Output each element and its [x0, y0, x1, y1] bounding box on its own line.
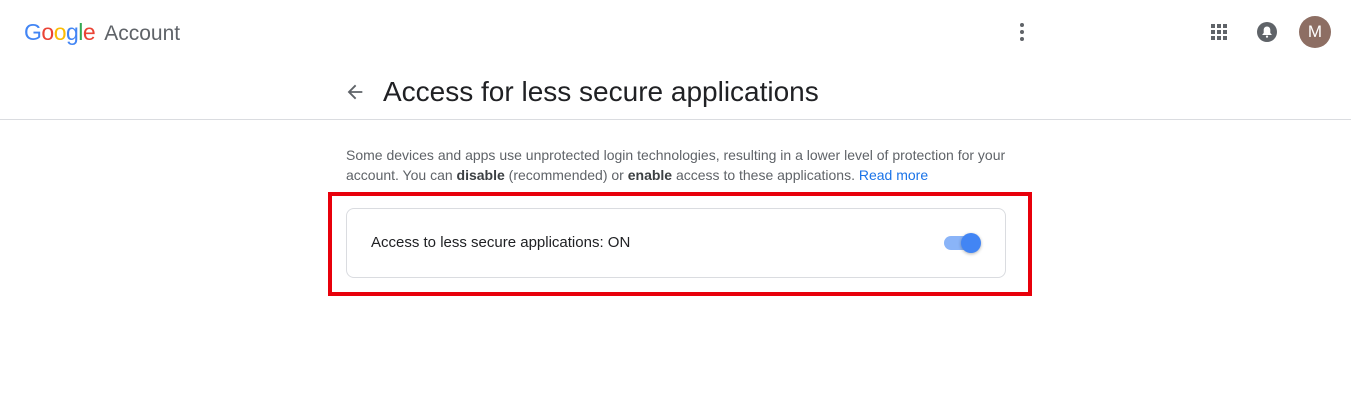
logo-letter: g: [65, 19, 79, 45]
avatar-initial: M: [1307, 22, 1323, 41]
toggle-thumb: [961, 233, 981, 253]
less-secure-apps-setting[interactable]: Access to less secure applications: ON: [346, 208, 1006, 278]
back-button[interactable]: [341, 78, 369, 106]
apps-grid-icon: [1211, 24, 1227, 40]
avatar[interactable]: M: [1299, 16, 1331, 48]
description-bold-enable: enable: [627, 167, 673, 183]
top-bar: Google Account M: [0, 0, 1351, 64]
setting-label: Access to less secure applications: ON: [371, 234, 631, 251]
more-options-button[interactable]: [1006, 16, 1038, 48]
description-bold-disable: disable: [456, 167, 505, 183]
description-text: Some devices and apps use unprotected lo…: [346, 145, 1016, 185]
logo-letter: o: [53, 19, 67, 45]
google-apps-button[interactable]: [1203, 16, 1235, 48]
read-more-link[interactable]: Read more: [859, 167, 928, 183]
notifications-button[interactable]: [1251, 16, 1283, 48]
description-part: access to these applications.: [672, 167, 859, 183]
page-header: Access for less secure applications: [0, 64, 1351, 120]
google-account-logo[interactable]: Google Account: [24, 19, 180, 46]
less-secure-apps-toggle[interactable]: [944, 231, 982, 255]
logo-letter: G: [24, 19, 42, 45]
more-vert-icon: [1020, 23, 1024, 41]
arrow-back-icon: [347, 84, 363, 100]
description-part: (recommended) or: [504, 167, 628, 183]
logo-letter: e: [82, 19, 96, 45]
google-logo: Google: [24, 19, 96, 46]
logo-letter: o: [41, 19, 54, 45]
page-title: Access for less secure applications: [383, 76, 819, 107]
logo-account-text: Account: [104, 22, 181, 45]
bell-icon: [1257, 22, 1277, 42]
